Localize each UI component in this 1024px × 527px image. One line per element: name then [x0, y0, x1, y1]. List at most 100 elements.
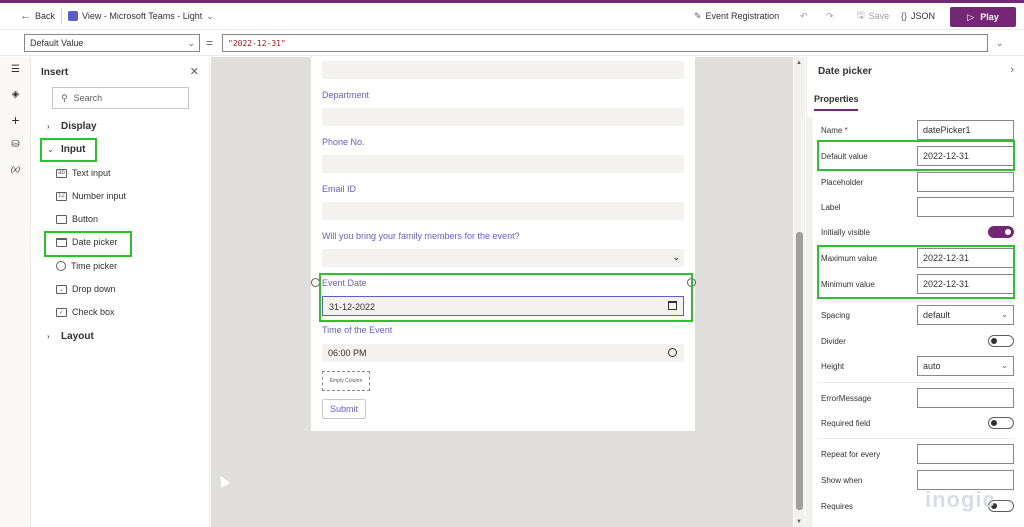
insert-item-time-picker[interactable]: Time picker — [56, 261, 117, 271]
scroll-down-icon[interactable]: ▼ — [796, 519, 802, 525]
toggle-knob — [1005, 229, 1011, 235]
insert-title: Insert — [41, 67, 69, 78]
json-button[interactable]: {} JSON — [901, 11, 935, 21]
insert-item-check-box[interactable]: ✓ Check box — [56, 307, 115, 317]
error-message-label: ErrorMessage — [821, 394, 872, 403]
undo-button[interactable]: ↶ — [800, 11, 808, 22]
empty-column[interactable]: Empty Column — [322, 371, 370, 391]
braces-icon: {} — [901, 11, 908, 21]
scroll-up-icon[interactable]: ▲ — [796, 60, 802, 66]
insert-item-text-input[interactable]: ab Text input — [56, 168, 111, 178]
resize-handle-left[interactable] — [311, 278, 320, 287]
tab-properties[interactable]: Properties — [814, 94, 859, 104]
required-field-label: Required field — [821, 419, 871, 428]
height-select[interactable]: auto ⌄ — [917, 356, 1014, 376]
category-layout[interactable]: › Layout — [47, 331, 94, 342]
plus-icon[interactable]: + — [0, 107, 31, 132]
email-label: Email ID — [322, 184, 357, 194]
event-date-picker[interactable]: 31-12-2022 — [322, 296, 684, 316]
calendar-icon[interactable] — [668, 301, 677, 310]
design-canvas[interactable]: Department Phone No. Email ID Will you b… — [211, 57, 793, 527]
button-icon — [56, 214, 67, 224]
event-time-picker[interactable]: 06:00 PM — [322, 344, 684, 362]
back-button[interactable]: ← Back — [20, 10, 55, 22]
form-screen: Department Phone No. Email ID Will you b… — [311, 57, 695, 431]
undo-icon: ↶ — [800, 10, 808, 21]
formula-input[interactable]: "2022-12-31" — [222, 34, 988, 52]
chevron-right-icon: › — [47, 122, 50, 131]
required-asterisk: * — [844, 126, 848, 135]
app-name-button[interactable]: ✎ Event Registration — [694, 11, 779, 22]
section-divider — [817, 438, 1015, 439]
initially-visible-toggle[interactable] — [988, 226, 1014, 238]
divider-label: Divider — [821, 337, 846, 346]
department-input[interactable] — [322, 108, 684, 126]
maximum-value-input[interactable]: 2022-12-31 — [917, 248, 1014, 268]
text-input-icon: ab — [56, 168, 67, 178]
label-label: Label — [821, 203, 841, 212]
minimum-value-label: Minimum value — [821, 280, 875, 289]
variable-icon[interactable]: (x) — [0, 157, 31, 182]
label-input[interactable] — [917, 197, 1014, 217]
requires-label: Requires — [821, 502, 854, 511]
redo-icon: ↷ — [826, 10, 834, 21]
properties-left-gutter — [807, 117, 813, 527]
hamburger-icon[interactable]: ☰ — [0, 57, 31, 82]
event-time-label: Time of the Event — [322, 325, 393, 335]
phone-input[interactable] — [322, 155, 684, 173]
resize-handle-right[interactable] — [687, 278, 696, 287]
minimum-value-input[interactable]: 2022-12-31 — [917, 274, 1014, 294]
insert-item-drop-down[interactable]: ⌄ Drop down — [56, 284, 116, 294]
properties-panel: Date picker › Properties Name * datePick… — [806, 57, 1024, 527]
placeholder-input[interactable] — [917, 172, 1014, 192]
canvas-scrollbar[interactable]: ▲ ▼ — [794, 57, 805, 527]
insert-item-number-input[interactable]: 12 Number input — [56, 191, 126, 201]
properties-panel-title: Date picker — [818, 66, 872, 77]
view-theme-dropdown[interactable]: View - Microsoft Teams - Light ⌄ — [68, 11, 214, 22]
default-value-input[interactable]: 2022-12-31 — [917, 146, 1014, 166]
event-date-label: Event Date — [322, 278, 367, 288]
database-icon[interactable]: ⛁ — [0, 132, 31, 157]
placeholder-label: Placeholder — [821, 178, 864, 187]
spacing-select[interactable]: default ⌄ — [917, 305, 1014, 325]
save-icon: 🖫 — [857, 10, 865, 20]
insert-panel: Insert ✕ ⚲ Search › Display ⌄ Input ab T… — [32, 57, 210, 527]
property-select[interactable]: Default Value ⌄ — [24, 34, 200, 52]
insert-item-date-picker[interactable]: Date picker — [56, 237, 118, 247]
active-tab-indicator — [814, 109, 858, 111]
play-icon: ▷ — [967, 11, 975, 22]
teams-icon — [68, 11, 79, 21]
required-field-toggle[interactable] — [988, 417, 1014, 429]
category-display[interactable]: › Display — [47, 121, 97, 132]
chevron-down-icon: ⌄ — [1001, 310, 1008, 319]
category-input[interactable]: ⌄ Input — [47, 144, 85, 155]
error-message-input[interactable] — [917, 388, 1014, 408]
top-toolbar: ← Back View - Microsoft Teams - Light ⌄ … — [0, 3, 1024, 30]
repeat-for-every-input[interactable] — [917, 444, 1014, 464]
layers-icon[interactable]: ◈ — [0, 82, 31, 107]
chevron-right-icon: › — [47, 332, 50, 341]
play-button[interactable]: ▷ Play — [950, 7, 1016, 27]
close-icon[interactable]: ✕ — [190, 65, 199, 78]
checkbox-icon: ✓ — [56, 307, 67, 317]
insert-item-button[interactable]: Button — [56, 214, 98, 224]
previous-field-input[interactable] — [322, 61, 684, 79]
redo-button[interactable]: ↷ — [826, 11, 834, 22]
chevron-down-icon: ⌄ — [206, 10, 214, 21]
clock-icon[interactable] — [668, 348, 677, 357]
email-input[interactable] — [322, 202, 684, 220]
family-dropdown[interactable]: ⌄ — [322, 249, 684, 267]
search-input[interactable]: ⚲ Search — [52, 87, 189, 109]
divider-toggle[interactable] — [988, 335, 1014, 347]
expand-formula-icon[interactable]: ⌄ — [996, 38, 1004, 49]
chevron-right-icon[interactable]: › — [1010, 64, 1014, 76]
submit-button[interactable]: Submit — [322, 399, 366, 419]
inogic-watermark: inogic — [925, 487, 996, 512]
department-label: Department — [322, 90, 370, 100]
save-button[interactable]: 🖫 Save — [857, 8, 889, 24]
name-input[interactable]: datePicker1 — [917, 120, 1014, 140]
search-icon: ⚲ — [61, 92, 68, 103]
section-divider — [817, 382, 1015, 383]
scrollbar-thumb[interactable] — [796, 232, 803, 510]
height-label: Height — [821, 362, 845, 371]
